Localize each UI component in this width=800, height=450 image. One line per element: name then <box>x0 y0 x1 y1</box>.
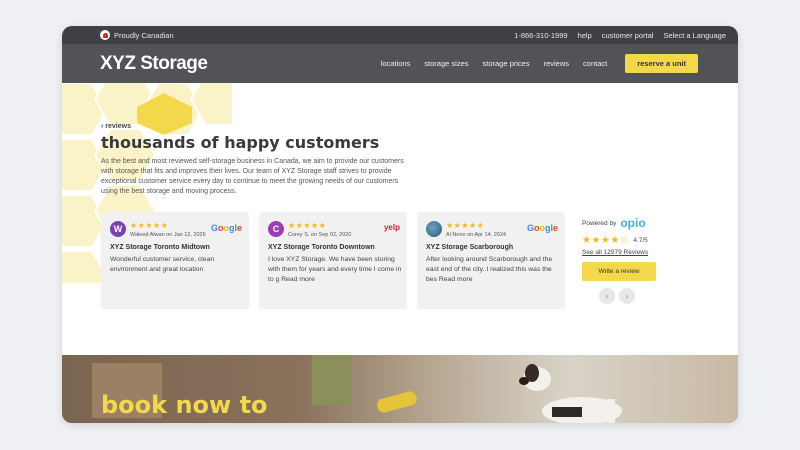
phone-link[interactable]: 1-866-310-1999 <box>514 31 567 40</box>
utility-links: 1-866-310-1999 help customer portal Sele… <box>514 31 726 40</box>
page-title: thousands of happy customers <box>101 133 380 152</box>
nav-contact[interactable]: contact <box>583 59 607 68</box>
review-text[interactable]: After looking around Scarborough and the… <box>426 255 560 285</box>
browser-frame: Proudly Canadian 1-866-310-1999 help cus… <box>62 26 738 423</box>
review-card: C ★★★★★ Corey S. on Sep 02, 2020 yelp XY… <box>259 212 407 309</box>
see-all-reviews-link[interactable]: See all 12979 Reviews <box>582 249 662 256</box>
main-nav: XYZ Storage locations storage sizes stor… <box>62 44 738 83</box>
review-text: Wonderful customer service, clean enviro… <box>110 256 215 273</box>
review-meta: Waleed Alwan on Jan 12, 2026 <box>130 232 206 238</box>
intro-paragraph: As the best and most reviewed self-stora… <box>101 158 404 195</box>
rating-stars: ★★★★☆ <box>582 235 630 246</box>
nav-storage-prices[interactable]: storage prices <box>482 59 529 68</box>
opio-logo-icon: opio <box>620 216 646 230</box>
help-link[interactable]: help <box>578 31 592 40</box>
review-location: XYZ Storage Toronto Downtown <box>268 244 375 251</box>
aggregate-rating: ★★★★☆ 4.7/5 <box>582 235 662 246</box>
chevron-right-icon[interactable]: › <box>619 288 635 304</box>
review-meta: Al Neno on Apr 14, 2024 <box>446 232 506 238</box>
google-logo-icon: Google <box>526 223 558 233</box>
reserve-unit-button[interactable]: reserve a unit <box>625 54 698 73</box>
review-card: ★★★★★ Al Neno on Apr 14, 2024 Google XYZ… <box>417 212 565 309</box>
review-location: XYZ Storage Toronto Midtown <box>110 244 210 251</box>
reviewer-avatar: C <box>268 221 284 237</box>
review-card: W ★★★★★ Waleed Alwan on Jan 12, 2026 Goo… <box>101 212 249 309</box>
nav-locations[interactable]: locations <box>381 59 411 68</box>
breadcrumb[interactable]: › reviews <box>101 123 131 130</box>
powered-by: Powered by opio <box>582 216 646 230</box>
logo[interactable]: XYZ Storage <box>100 53 208 75</box>
google-logo-icon: Google <box>210 223 242 233</box>
customer-portal-link[interactable]: customer portal <box>602 31 654 40</box>
nav-reviews[interactable]: reviews <box>544 59 569 68</box>
nav-links: locations storage sizes storage prices r… <box>381 54 698 73</box>
person-legs-image <box>312 355 352 405</box>
nav-storage-sizes[interactable]: storage sizes <box>424 59 468 68</box>
utility-bar: Proudly Canadian 1-866-310-1999 help cus… <box>62 26 738 44</box>
banner-title: book now to <box>101 391 268 419</box>
dog-image <box>519 364 622 423</box>
rating-widget: Powered by opio ★★★★☆ 4.7/5 See all 1297… <box>582 216 662 304</box>
rating-stars: ★★★★★ <box>288 221 327 230</box>
carousel-controls: ‹ › <box>582 288 662 304</box>
reviewer-avatar: W <box>110 221 126 237</box>
canada-flag-icon <box>100 30 110 40</box>
yelp-logo-icon: yelp <box>383 223 400 232</box>
rating-stars: ★★★★★ <box>130 221 169 230</box>
chevron-left-icon[interactable]: ‹ <box>599 288 615 304</box>
review-meta: Corey S. on Sep 02, 2020 <box>288 232 352 238</box>
review-text[interactable]: I love XYZ Storage. We have been storing… <box>268 255 402 285</box>
rating-value: 4.7/5 <box>633 237 648 244</box>
review-location: XYZ Storage Scarborough <box>426 244 514 251</box>
rating-stars: ★★★★★ <box>446 221 485 230</box>
write-review-button[interactable]: Write a review <box>582 262 656 281</box>
language-select[interactable]: Select a Language <box>663 31 726 40</box>
tagline: Proudly Canadian <box>114 30 174 40</box>
booking-banner: book now to <box>62 355 738 423</box>
reviewer-avatar <box>426 221 442 237</box>
